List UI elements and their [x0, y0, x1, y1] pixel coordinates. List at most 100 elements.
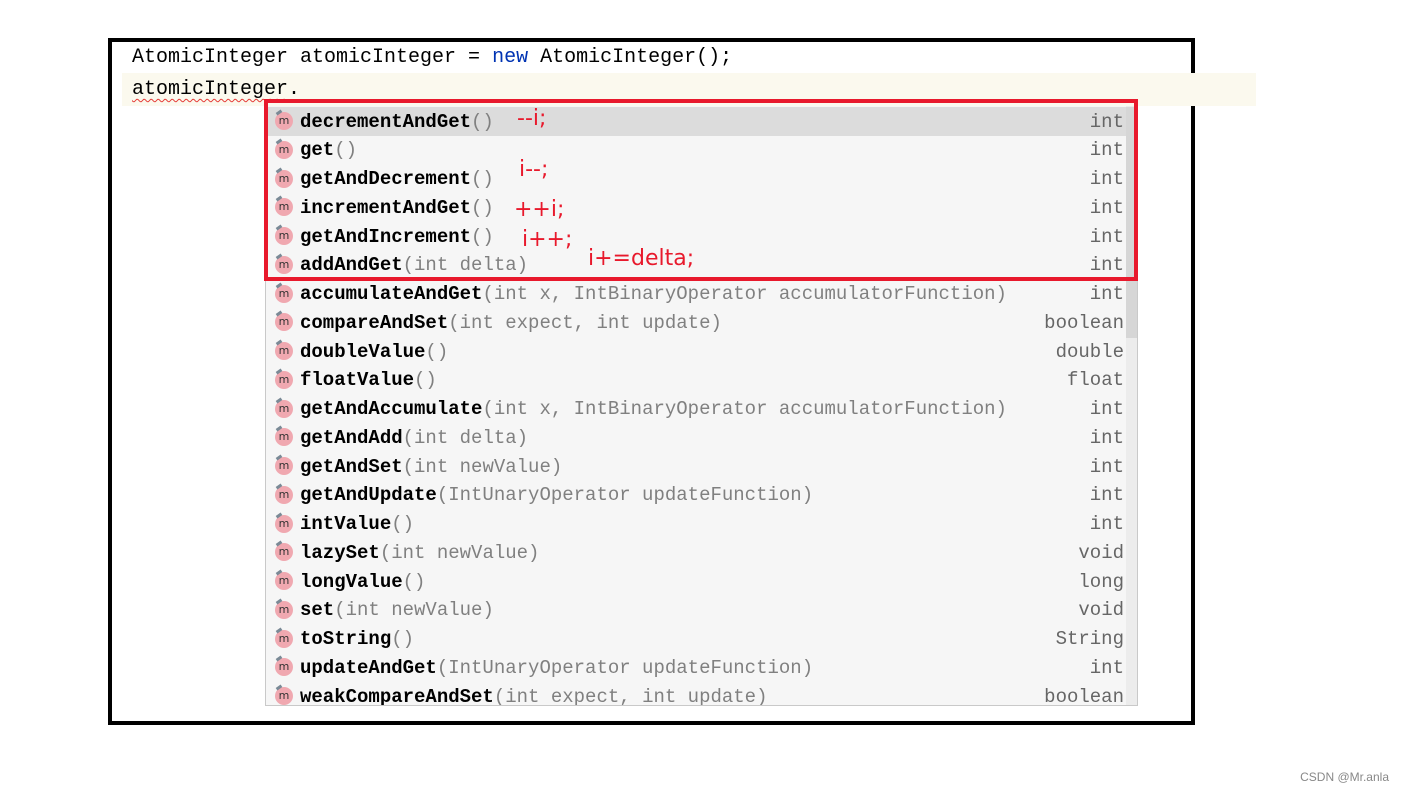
method-params: (IntUnaryOperator updateFunction)	[436, 484, 814, 507]
method-name: floatValue()	[300, 369, 437, 391]
annotation-note: ++i;	[514, 197, 565, 222]
method-icon: m	[275, 543, 293, 562]
method-name: weakCompareAndSet(int expect, int update…	[300, 685, 768, 706]
method-icon: m	[275, 399, 293, 418]
return-type: boolean	[1044, 685, 1124, 706]
return-type: int	[1089, 398, 1124, 420]
method-name: lazySet(int newValue)	[300, 542, 539, 564]
method-params: (int newValue)	[402, 455, 563, 478]
completion-item[interactable]: m lazySet(int newValue) void	[266, 538, 1126, 567]
annotation-note: --i;	[517, 106, 547, 131]
method-params: (int delta)	[402, 426, 529, 449]
method-params: ()	[391, 513, 415, 535]
method-icon: m	[275, 687, 293, 705]
method-name: getAndAccumulate(int x, IntBinaryOperato…	[300, 398, 1007, 420]
method-name: compareAndSet(int expect, int update)	[300, 312, 722, 334]
method-icon: m	[275, 572, 293, 590]
method-name-text: floatValue	[300, 369, 415, 392]
method-name: getAndUpdate(IntUnaryOperator updateFunc…	[300, 484, 813, 506]
method-params: (IntUnaryOperator updateFunction)	[436, 656, 814, 679]
completion-item[interactable]: m set(int newValue) void	[266, 596, 1126, 625]
method-icon: m	[275, 514, 293, 533]
completion-item[interactable]: m intValue() int	[266, 510, 1126, 539]
method-icon: m	[275, 313, 293, 332]
completion-item[interactable]: m getAndUpdate(IntUnaryOperator updateFun…	[266, 481, 1126, 510]
completion-item[interactable]: m compareAndSet(int expect, int update) bo…	[266, 308, 1126, 337]
keyword-new: new	[492, 46, 529, 69]
method-icon: m	[275, 342, 293, 360]
annotation-box	[264, 99, 1138, 281]
completion-item[interactable]: m toString() String	[266, 625, 1126, 654]
method-name-text: lazySet	[300, 541, 380, 564]
annotation-note: i++;	[522, 227, 573, 252]
completion-item[interactable]: m accumulateAndGet(int x, IntBinaryOperat…	[266, 280, 1126, 309]
return-type: boolean	[1044, 311, 1124, 334]
return-type: int	[1089, 283, 1124, 305]
method-name: set(int newValue)	[300, 599, 494, 621]
method-icon: m	[275, 457, 293, 475]
return-type: void	[1078, 541, 1124, 564]
method-name-text: getAndUpdate	[300, 484, 437, 507]
method-params: (int expect, int update)	[448, 311, 722, 334]
method-name-text: compareAndSet	[300, 311, 449, 334]
return-type: double	[1055, 340, 1124, 363]
method-icon: m	[275, 284, 293, 303]
code-text: AtomicInteger atomicInteger =	[132, 46, 493, 69]
method-params: (int x, IntBinaryOperator accumulatorFun…	[482, 398, 1007, 420]
method-params: ()	[414, 369, 437, 392]
return-type: long	[1078, 570, 1124, 593]
return-type: float	[1066, 369, 1124, 392]
return-type: int	[1089, 484, 1124, 507]
method-name: updateAndGet(IntUnaryOperator updateFunc…	[300, 657, 813, 679]
return-type: String	[1055, 628, 1124, 650]
return-type: int	[1089, 426, 1124, 449]
code-text: AtomicInteger();	[528, 46, 733, 69]
dot: .	[288, 78, 301, 101]
method-params: (int newValue)	[379, 541, 540, 564]
return-type: void	[1078, 599, 1124, 622]
method-params: ()	[402, 570, 426, 593]
method-name: getAndAdd(int delta)	[300, 427, 528, 449]
code-line-1: AtomicInteger atomicInteger = new Atomic…	[132, 44, 732, 72]
watermark: CSDN @Mr.anla	[1300, 770, 1389, 784]
method-name: doubleValue()	[300, 341, 448, 363]
method-icon: m	[275, 370, 293, 389]
method-name: longValue()	[300, 571, 425, 593]
completion-item[interactable]: m doubleValue() double	[266, 337, 1126, 366]
method-name: intValue()	[300, 513, 414, 535]
method-name-text: intValue	[300, 513, 392, 535]
return-type: int	[1089, 455, 1124, 478]
completion-item[interactable]: m getAndSet(int newValue) int	[266, 452, 1126, 481]
completion-item[interactable]: m getAndAccumulate(int x, IntBinaryOperat…	[266, 395, 1126, 424]
return-type: int	[1089, 656, 1124, 679]
method-name: toString()	[300, 628, 414, 650]
method-icon: m	[275, 629, 293, 648]
completion-item[interactable]: m getAndAdd(int delta) int	[266, 423, 1126, 452]
completion-item[interactable]: m updateAndGet(IntUnaryOperator updateFun…	[266, 653, 1126, 682]
method-name-text: getAndAdd	[300, 426, 403, 449]
method-name-text: set	[300, 599, 335, 622]
method-name-text: updateAndGet	[300, 656, 437, 679]
method-params: ()	[425, 340, 449, 363]
method-params: (int x, IntBinaryOperator accumulatorFun…	[482, 283, 1007, 305]
method-name-text: toString	[300, 628, 392, 650]
method-params: (int expect, int update)	[493, 685, 768, 706]
method-icon: m	[275, 485, 293, 504]
method-icon: m	[275, 658, 293, 677]
method-params: ()	[391, 628, 415, 650]
method-name-text: doubleValue	[300, 340, 426, 363]
method-name-text: accumulateAndGet	[300, 283, 483, 305]
method-name-text: getAndAccumulate	[300, 398, 483, 420]
completion-item[interactable]: m floatValue() float	[266, 366, 1126, 395]
method-params: (int newValue)	[334, 599, 494, 622]
method-name: accumulateAndGet(int x, IntBinaryOperato…	[300, 283, 1007, 305]
completion-item[interactable]: m longValue() long	[266, 567, 1126, 596]
annotation-note: i--;	[519, 157, 549, 182]
completion-item[interactable]: m weakCompareAndSet(int expect, int updat…	[266, 682, 1126, 706]
return-type: int	[1089, 513, 1124, 535]
variable-reference: atomicInteger	[132, 78, 289, 101]
method-name-text: longValue	[300, 570, 403, 593]
method-icon: m	[275, 428, 293, 447]
method-name: getAndSet(int newValue)	[300, 456, 562, 478]
method-icon: m	[275, 600, 293, 619]
